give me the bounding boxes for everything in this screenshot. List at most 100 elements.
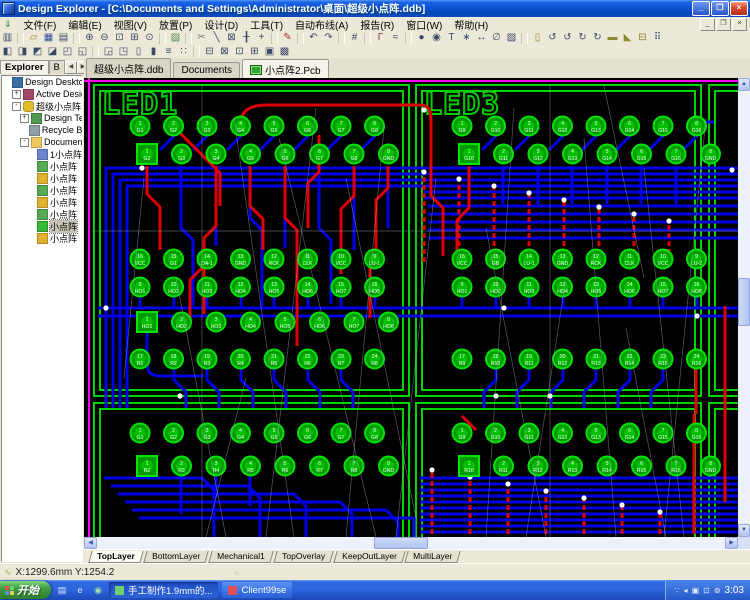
pad-LED3-G9-1[interactable]: 1G9 — [451, 115, 473, 137]
via-3[interactable] — [694, 313, 700, 319]
pad-LED-bottom-right-R15-6[interactable]: 6R15 — [631, 455, 652, 477]
tree-item-13[interactable]: 小点阵 — [2, 232, 82, 244]
pad-LED-bottom-right-R13-4[interactable]: 4R13 — [562, 455, 583, 477]
pad-LED3-R13-21[interactable]: 21R13 — [585, 348, 607, 370]
pad-LED1-G5-4[interactable]: 4G5 — [240, 143, 261, 165]
via-9[interactable] — [493, 393, 499, 399]
pad-LED1-R8-24[interactable]: 24R8 — [364, 348, 385, 370]
pad-LED3-R9-17[interactable]: 17R9 — [451, 348, 473, 370]
scroll-up-icon[interactable]: ▲ — [738, 78, 750, 91]
arc-icon[interactable]: ≈ — [388, 32, 403, 44]
bitmap-icon[interactable]: ▧ — [168, 32, 183, 44]
pad-LED-bottom-left-G2-2[interactable]: 2G2 — [163, 422, 184, 444]
pad-LED-bottom-right-G10-2[interactable]: 2G10 — [485, 422, 506, 444]
align-right-icon[interactable]: ◪ — [45, 46, 60, 58]
pad-LED1-VCC-16[interactable]: 16VCC — [129, 248, 151, 270]
design-explorer-menu-icon[interactable]: ⇓ — [4, 19, 12, 30]
pad-LED1-HO2-10[interactable]: 10HO2 — [163, 276, 184, 298]
cross-icon[interactable]: + — [254, 32, 269, 44]
room-define-icon[interactable]: ⊟ — [202, 46, 217, 58]
polygon-icon[interactable]: ∅ — [489, 32, 504, 44]
tree-item-3[interactable]: + Design Te — [2, 112, 82, 124]
grid-icon[interactable]: # — [347, 32, 362, 44]
via-17[interactable] — [666, 218, 672, 224]
menu-item-2[interactable]: 视图(V) — [108, 17, 153, 32]
via-6[interactable] — [177, 393, 183, 399]
pad-LED3-R10-18[interactable]: 18R10 — [485, 348, 506, 370]
pad-LED-bottom-left-G5-5[interactable]: 5G5 — [263, 422, 285, 444]
pad-LED-bottom-right-GND-8[interactable]: 8GND — [700, 455, 721, 477]
pad-LED1-G3-3[interactable]: 3G3 — [196, 115, 218, 137]
doc-tab-1[interactable]: Documents — [173, 62, 241, 78]
pad-LED3-G14-5[interactable]: 5G14 — [596, 143, 618, 165]
pad-LED-bottom-left-GND-8[interactable]: 8GND — [378, 455, 399, 477]
doc-tab-2[interactable]: 小点阵2.Pcb — [242, 59, 329, 79]
pad-LED-bottom-right-G15-7[interactable]: 7G15 — [652, 422, 674, 444]
select-area-icon[interactable]: ⊠ — [224, 32, 239, 44]
pad-LED3-LU-1-14[interactable]: 14LU-1 — [518, 248, 540, 270]
pad-LED-bottom-left-R4-3[interactable]: 3R4 — [205, 455, 227, 477]
collapse-icon[interactable]: - — [20, 137, 29, 147]
menu-item-5[interactable]: 工具(T) — [244, 17, 289, 32]
menu-item-6[interactable]: 自动布线(A) — [289, 17, 354, 32]
layer-tab-topoverlay[interactable]: TopOverlay — [272, 551, 334, 563]
via-12[interactable] — [491, 183, 497, 189]
expand-icon[interactable]: + — [12, 89, 21, 99]
pad-LED-bottom-left-R2-1[interactable]: 1R2 — [136, 455, 158, 477]
via-15[interactable] — [596, 204, 602, 210]
pad-LED1-HO4-4[interactable]: 4HO4 — [240, 311, 261, 333]
pad-LED1-HO3-3[interactable]: 3HO3 — [205, 311, 227, 333]
grid-align-icon[interactable]: ⊞ — [247, 46, 262, 58]
pad-LED1-HO8-16[interactable]: 16HO8 — [364, 276, 385, 298]
fill-icon[interactable]: ▬ — [605, 32, 620, 44]
string-icon[interactable]: T — [444, 32, 459, 44]
tree-item-2[interactable]: - 超级小点阵.d — [2, 100, 82, 112]
tab-explorer[interactable]: Explorer — [0, 60, 49, 74]
pad-LED3-G12-3[interactable]: 3G12 — [527, 143, 549, 165]
via-21[interactable] — [543, 488, 549, 494]
pad-LED1-RCK-12[interactable]: 12RCK — [263, 248, 285, 270]
pad-LED3-G14-6[interactable]: 6G14 — [619, 115, 640, 137]
pad-LED3-G11-3[interactable]: 3G11 — [518, 115, 540, 137]
via-23[interactable] — [619, 502, 625, 508]
collapse-icon[interactable]: - — [12, 101, 21, 111]
rotate-cw-icon[interactable]: ↻ — [575, 32, 590, 44]
menu-item-9[interactable]: 帮助(H) — [448, 17, 494, 32]
pad-LED-bottom-right-G13-5[interactable]: 5G13 — [585, 422, 607, 444]
component-icon[interactable]: ◧ — [0, 46, 15, 58]
center-h-icon[interactable]: ▯ — [131, 46, 146, 58]
tree-item-8[interactable]: 小点阵 — [2, 172, 82, 184]
pad-LED1-HO3-11[interactable]: 11HO3 — [196, 276, 218, 298]
hidden-icons-dots[interactable]: ∵ — [674, 586, 679, 595]
layer-tab-multilayer[interactable]: MultiLayer — [404, 551, 462, 563]
pad-LED-bottom-left-R5-4[interactable]: 4R5 — [240, 455, 261, 477]
tree-item-5[interactable]: - Documents — [2, 136, 82, 148]
via-20[interactable] — [505, 481, 511, 487]
pad-LED1-G4-3[interactable]: 3G4 — [205, 143, 227, 165]
zoom-document-icon[interactable]: ⊞ — [127, 32, 142, 44]
tree-item-10[interactable]: 小点阵 — [2, 196, 82, 208]
tree-item-1[interactable]: + Active Design — [2, 88, 82, 100]
rotate-ccw-icon[interactable]: ↺ — [545, 32, 560, 44]
menu-item-1[interactable]: 编辑(E) — [62, 17, 107, 32]
minimize-button[interactable]: _ — [692, 1, 710, 16]
pad-LED1-HO8-8[interactable]: 8HO8 — [378, 311, 399, 333]
pad-LED1-R4-20[interactable]: 20R4 — [230, 348, 251, 370]
doc-tab-0[interactable]: 超级小点阵.ddb — [86, 58, 172, 78]
space-equal-icon[interactable]: ≡ — [161, 46, 176, 58]
pad-LED3-HO4-12[interactable]: 12HO4 — [552, 276, 573, 298]
menu-item-3[interactable]: 放置(P) — [153, 17, 198, 32]
via-0[interactable] — [103, 305, 109, 311]
via-5[interactable] — [139, 165, 145, 171]
via-8[interactable] — [729, 167, 735, 173]
menu-item-0[interactable]: 文件(F) — [18, 17, 63, 32]
pencil-icon[interactable]: ✎ — [280, 32, 295, 44]
pad-LED-bottom-left-G6-6[interactable]: 6G6 — [297, 422, 318, 444]
horizontal-scroll-thumb[interactable] — [374, 537, 428, 549]
pad-LED-bottom-right-R14-5[interactable]: 5R14 — [596, 455, 618, 477]
tree-item-12[interactable]: 小点阵 — [2, 218, 82, 234]
media-icon[interactable]: ◉ — [91, 583, 105, 597]
ie-icon[interactable]: e — [73, 583, 87, 597]
window-status-icon[interactable]: ▣ — [692, 586, 700, 595]
pad-LED-bottom-right-G9-1[interactable]: 1G9 — [451, 422, 473, 444]
